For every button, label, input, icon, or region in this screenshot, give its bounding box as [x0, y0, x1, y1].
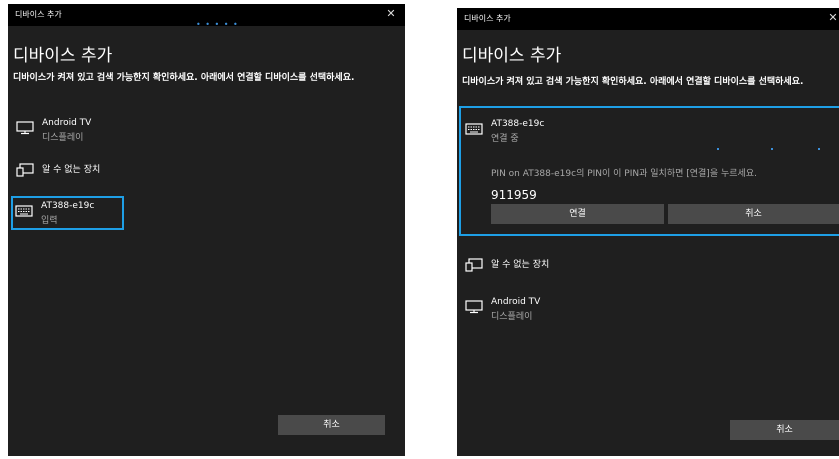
close-icon[interactable]: ✕ — [825, 11, 839, 24]
device-item-at388[interactable]: AT388-e19c 연결 중 — [463, 118, 823, 146]
progress-dot — [771, 148, 773, 150]
pairing-cancel-button[interactable]: 취소 — [668, 204, 839, 224]
pin-message: PIN on AT388-e19c의 PIN이 이 PIN과 일치하면 [연결]… — [491, 169, 757, 179]
device-status: 디스플레이 — [42, 133, 84, 143]
device-item-at388[interactable]: AT388-e19c 입력 — [11, 196, 124, 230]
add-device-dialog-right: 디바이스 추가 ✕ 디바이스 추가 디바이스가 켜져 있고 검색 가능한지 확인… — [457, 8, 839, 456]
instruction-text: 디바이스가 켜져 있고 검색 가능한지 확인하세요. 아래에서 연결할 디바이스… — [462, 77, 804, 87]
instruction-text: 디바이스가 켜져 있고 검색 가능한지 확인하세요. 아래에서 연결할 디바이스… — [13, 73, 355, 83]
cancel-button[interactable]: 취소 — [730, 420, 839, 440]
title-bar: 디바이스 추가 ✕ • • • • • — [8, 4, 405, 29]
device-item-android-tv[interactable]: Android TV 디스플레이 — [14, 117, 394, 145]
cancel-button[interactable]: 취소 — [278, 415, 385, 435]
page-title: 디바이스 추가 — [13, 46, 113, 66]
progress-dots: • • • • • — [196, 20, 239, 29]
device-name: AT388-e19c — [491, 119, 545, 129]
device-status: 디스플레이 — [491, 312, 533, 322]
device-name: AT388-e19c — [41, 201, 95, 211]
device-status: 연결 중 — [491, 134, 519, 144]
progress-dot — [717, 148, 719, 150]
title-bar: 디바이스 추가 ✕ — [457, 8, 839, 30]
unknown-device-icon — [465, 258, 483, 272]
close-icon[interactable]: ✕ — [383, 7, 399, 20]
device-status: 입력 — [41, 216, 58, 226]
device-item-unknown[interactable]: 알 수 없는 장치 — [463, 254, 833, 282]
device-name: 알 수 없는 장치 — [42, 165, 101, 175]
progress-dot — [818, 148, 820, 150]
window-title: 디바이스 추가 — [15, 10, 62, 19]
pairing-panel: AT388-e19c 연결 중 PIN on AT388-e19c의 PIN이 … — [459, 106, 839, 236]
device-name: Android TV — [491, 297, 541, 307]
device-name: Android TV — [42, 118, 92, 128]
unknown-device-icon — [16, 163, 34, 177]
add-device-dialog-left: 디바이스 추가 ✕ • • • • • 디바이스 추가 디바이스가 켜져 있고 … — [8, 4, 405, 456]
device-item-android-tv[interactable]: Android TV 디스플레이 — [463, 296, 833, 324]
keyboard-icon — [465, 123, 483, 135]
device-name: 알 수 없는 장치 — [491, 260, 550, 270]
monitor-icon — [16, 121, 34, 135]
keyboard-icon — [15, 205, 33, 217]
monitor-icon — [465, 300, 483, 314]
device-item-unknown[interactable]: 알 수 없는 장치 — [14, 159, 394, 187]
page-title: 디바이스 추가 — [462, 46, 562, 66]
window-title: 디바이스 추가 — [464, 14, 511, 23]
pin-code: 911959 — [491, 188, 537, 202]
connect-button[interactable]: 연결 — [491, 204, 664, 224]
